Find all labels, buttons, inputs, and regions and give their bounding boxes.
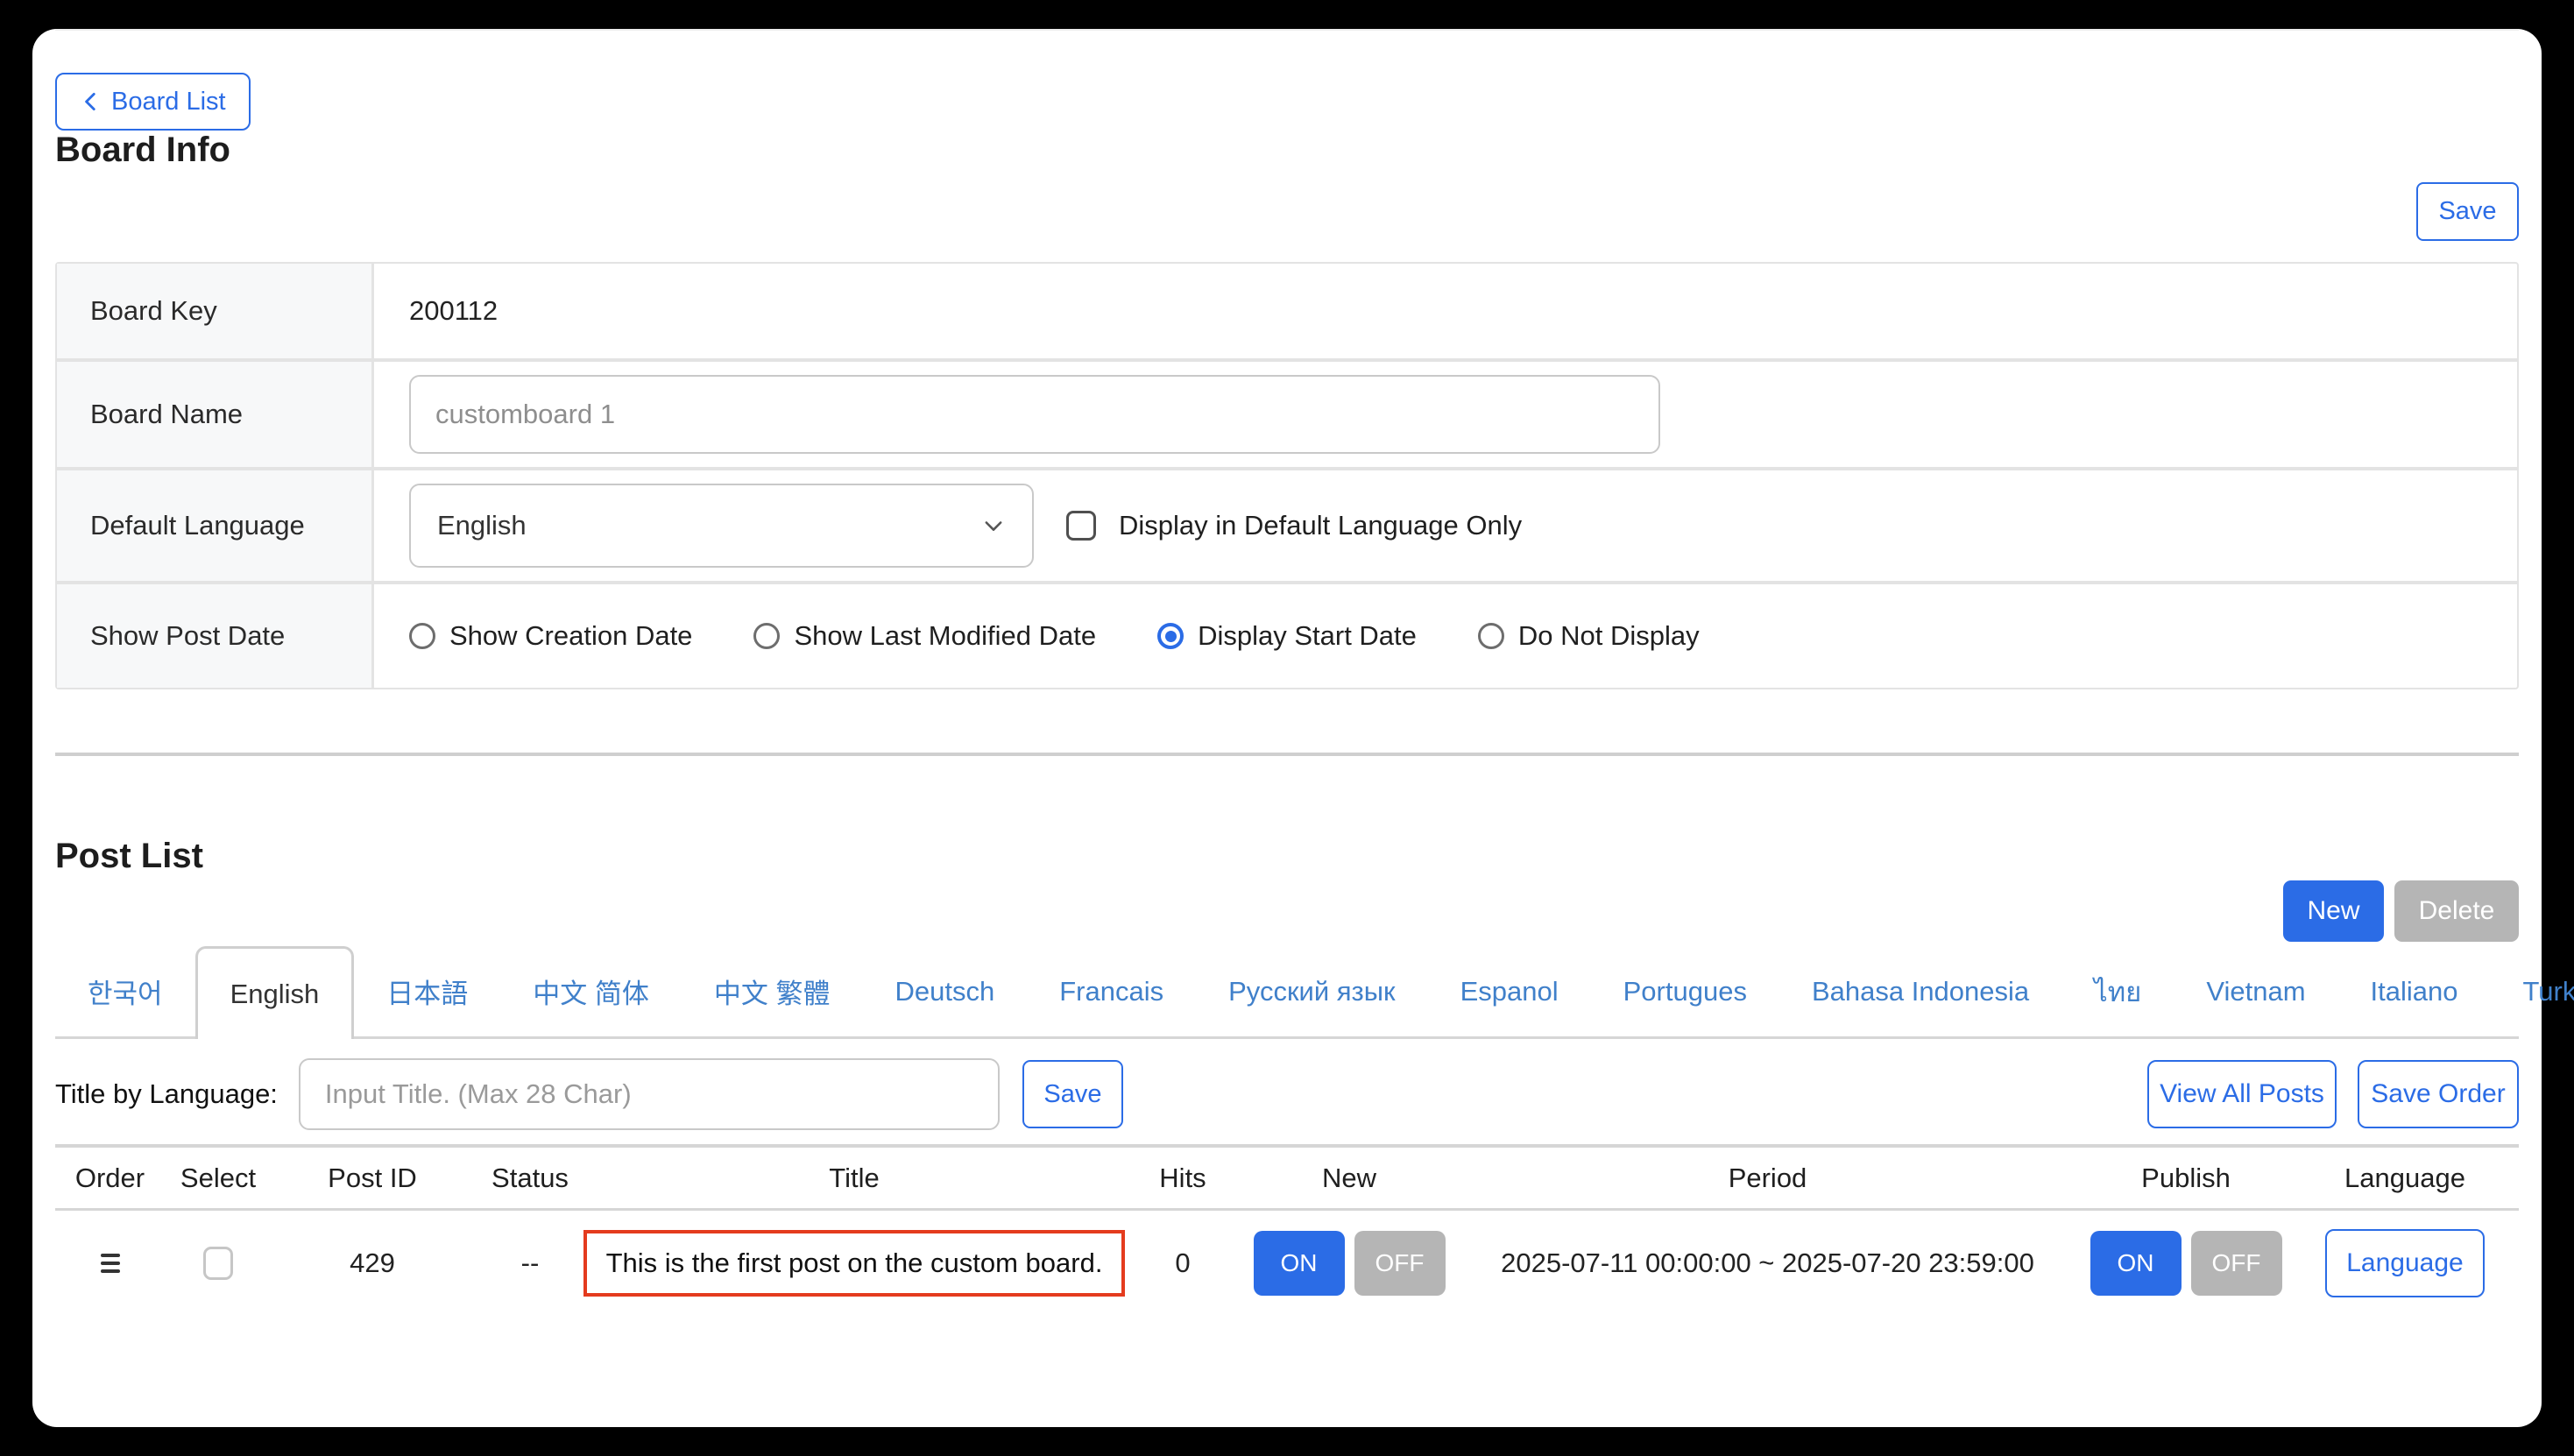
column-header-language: Language — [2291, 1163, 2519, 1194]
tab-bahasa-indonesia[interactable]: Bahasa Indonesia — [1779, 946, 2061, 1036]
publish-off-button[interactable]: OFF — [2191, 1231, 2282, 1296]
new-post-button[interactable]: New — [2283, 880, 2384, 942]
main-panel: Board List Board Info Save Board Key 200… — [32, 29, 2542, 1427]
radio-label: Display Start Date — [1198, 620, 1417, 652]
view-all-posts-button[interactable]: View All Posts — [2147, 1060, 2337, 1128]
column-header-select: Select — [165, 1163, 272, 1194]
title-by-language-input[interactable] — [299, 1058, 1000, 1130]
radio-circle-checked-icon[interactable] — [1157, 623, 1184, 649]
tab-vietnam[interactable]: Vietnam — [2174, 946, 2337, 1036]
post-title-highlighted[interactable]: This is the first post on the custom boa… — [583, 1230, 1126, 1297]
panel-top-divider — [55, 29, 2519, 31]
board-info-table: Board Key 200112 Board Name Default Lang… — [55, 262, 2519, 689]
tab-espanol[interactable]: Espanol — [1428, 946, 1591, 1036]
default-language-select[interactable]: English — [409, 484, 1034, 568]
tab-chinese-simplified[interactable]: 中文 简体 — [500, 946, 682, 1036]
tab-korean[interactable]: 한국어 — [55, 946, 195, 1036]
column-header-publish: Publish — [2081, 1163, 2291, 1194]
chevron-down-icon — [981, 513, 1006, 538]
column-header-period: Period — [1454, 1163, 2081, 1194]
board-info-title: Board Info — [55, 131, 2519, 170]
board-key-row: Board Key 200112 — [57, 264, 2517, 362]
back-button-label: Board List — [111, 88, 226, 117]
back-to-board-list-button[interactable]: Board List — [55, 73, 251, 131]
display-default-language-only-label: Display in Default Language Only — [1119, 510, 1522, 541]
tab-english[interactable]: English — [195, 946, 355, 1039]
tab-turkce[interactable]: Turkce — [2491, 946, 2574, 1036]
radio-circle-icon[interactable] — [1478, 623, 1504, 649]
radio-circle-icon[interactable] — [409, 623, 435, 649]
title-save-button[interactable]: Save — [1022, 1060, 1123, 1128]
post-period-value: 2025-07-11 00:00:00 ~ 2025-07-20 23:59:0… — [1454, 1247, 2081, 1279]
radio-do-not-display[interactable]: Do Not Display — [1478, 620, 1700, 652]
default-language-label: Default Language — [57, 470, 374, 581]
new-on-button[interactable]: ON — [1254, 1231, 1345, 1296]
title-by-language-label: Title by Language: — [55, 1078, 278, 1110]
new-off-button[interactable]: OFF — [1354, 1231, 1446, 1296]
radio-label: Show Last Modified Date — [794, 620, 1096, 652]
board-name-row: Board Name — [57, 362, 2517, 470]
tab-deutsch[interactable]: Deutsch — [863, 946, 1028, 1036]
radio-circle-icon[interactable] — [753, 623, 780, 649]
tab-japanese[interactable]: 日本語 — [354, 946, 500, 1036]
row-select-checkbox[interactable] — [203, 1247, 233, 1280]
board-info-save-button[interactable]: Save — [2416, 182, 2519, 241]
post-list-title: Post List — [55, 837, 203, 876]
drag-handle-icon[interactable] — [101, 1254, 120, 1273]
board-name-label: Board Name — [57, 362, 374, 467]
post-id-value: 429 — [272, 1247, 473, 1279]
tab-italiano[interactable]: Italiano — [2338, 946, 2491, 1036]
radio-show-last-modified-date[interactable]: Show Last Modified Date — [753, 620, 1096, 652]
row-language-button[interactable]: Language — [2325, 1229, 2485, 1297]
show-post-date-label: Show Post Date — [57, 584, 374, 688]
board-key-label: Board Key — [57, 264, 374, 358]
delete-post-button[interactable]: Delete — [2394, 880, 2519, 942]
column-header-new: New — [1244, 1163, 1454, 1194]
radio-show-creation-date[interactable]: Show Creation Date — [409, 620, 692, 652]
chevron-left-icon — [80, 88, 103, 115]
tab-chinese-traditional[interactable]: 中文 繁體 — [682, 946, 863, 1036]
default-language-row: Default Language English Display in Defa… — [57, 470, 2517, 584]
column-header-hits: Hits — [1121, 1163, 1244, 1194]
publish-toggle: ON OFF — [2090, 1231, 2282, 1296]
show-post-date-row: Show Post Date Show Creation Date Show L… — [57, 584, 2517, 688]
default-language-selected: English — [437, 510, 527, 541]
column-header-post-id: Post ID — [272, 1163, 473, 1194]
post-hits-value: 0 — [1121, 1247, 1244, 1279]
post-table-header: Order Select Post ID Status Title Hits N… — [55, 1148, 2519, 1211]
tab-thai[interactable]: ไทย — [2061, 946, 2174, 1036]
radio-label: Do Not Display — [1518, 620, 1700, 652]
tab-russian[interactable]: Русский язык — [1196, 946, 1427, 1036]
show-post-date-options: Show Creation Date Show Last Modified Da… — [409, 620, 1700, 652]
table-row: 429 -- This is the first post on the cus… — [55, 1211, 2519, 1316]
tab-francais[interactable]: Francais — [1027, 946, 1196, 1036]
language-tabs: 한국어 English 日本語 中文 简体 中文 繁體 Deutsch Fran… — [55, 946, 2519, 1039]
radio-display-start-date[interactable]: Display Start Date — [1157, 620, 1417, 652]
radio-label: Show Creation Date — [449, 620, 692, 652]
section-divider — [55, 753, 2519, 756]
display-default-language-only-checkbox[interactable] — [1066, 511, 1096, 541]
column-header-order: Order — [55, 1163, 165, 1194]
column-header-title: Title — [587, 1163, 1121, 1194]
column-header-status: Status — [473, 1163, 587, 1194]
save-order-button[interactable]: Save Order — [2358, 1060, 2519, 1128]
board-name-input[interactable] — [409, 375, 1660, 454]
tab-portugues[interactable]: Portugues — [1591, 946, 1779, 1036]
publish-on-button[interactable]: ON — [2090, 1231, 2182, 1296]
board-key-value: 200112 — [374, 264, 2517, 358]
new-toggle: ON OFF — [1254, 1231, 1446, 1296]
post-status-value: -- — [473, 1247, 587, 1279]
